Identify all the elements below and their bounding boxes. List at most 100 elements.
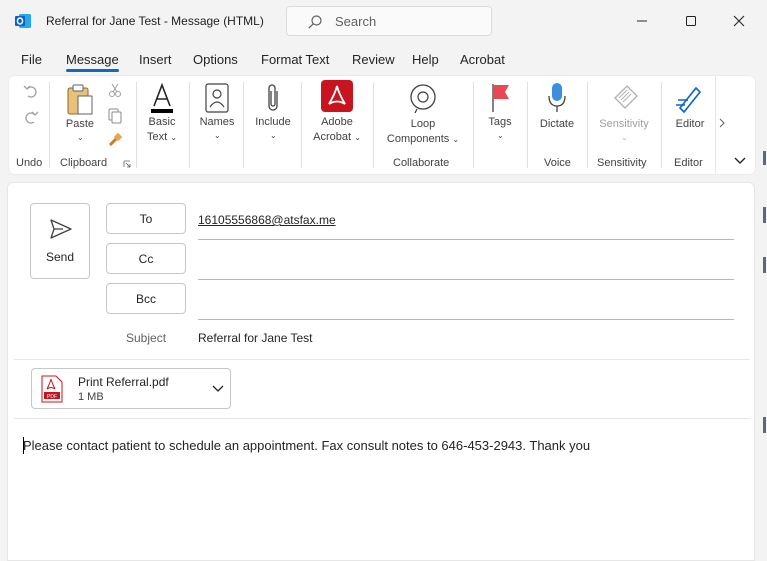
bcc-button[interactable]: Bcc xyxy=(106,283,186,314)
attachment-card[interactable]: PDF Print Referral.pdf 1 MB xyxy=(31,368,231,409)
bcc-field-underline xyxy=(198,319,734,320)
paperclip-icon xyxy=(268,84,278,111)
basic-text-label-1: Basic xyxy=(148,116,176,128)
compose-pane: Send To 16105556868@atsfax.me Cc Bcc Sub… xyxy=(7,182,755,561)
chevron-down-icon: ⌄ xyxy=(497,131,504,140)
sensitivity-icon xyxy=(614,85,638,109)
maximize-icon xyxy=(686,16,696,26)
adobe-acrobat-button[interactable]: Adobe Acrobat ⌄ xyxy=(307,80,367,152)
to-recipient[interactable]: 16105556868@atsfax.me xyxy=(198,213,336,227)
ribbon-separator xyxy=(587,82,588,168)
subject-label: Subject xyxy=(126,331,167,345)
minimize-icon xyxy=(637,20,647,22)
search-placeholder: Search xyxy=(335,14,377,29)
dialog-launcher-icon[interactable] xyxy=(123,160,131,168)
tags-label: Tags xyxy=(488,116,512,128)
send-button[interactable]: Send xyxy=(30,203,90,279)
font-color-icon xyxy=(151,82,173,113)
header-divider xyxy=(14,359,750,360)
acrobat-logo-icon xyxy=(321,80,353,112)
microphone-icon xyxy=(548,83,566,112)
attachment-divider xyxy=(14,418,750,419)
chevron-down-icon: ⌄ xyxy=(621,133,628,142)
editor-button[interactable]: Editor xyxy=(667,80,713,152)
cc-input[interactable] xyxy=(198,247,734,277)
tab-options[interactable]: Options xyxy=(193,52,238,67)
ribbon-separator xyxy=(301,82,302,168)
ribbon-collapse-chevron-icon[interactable] xyxy=(733,156,747,166)
ribbon-separator xyxy=(243,82,244,168)
edge-marker xyxy=(763,207,766,223)
cc-field-underline xyxy=(198,279,734,280)
adobe-label-2: Acrobat ⌄ xyxy=(307,131,367,143)
search-box[interactable]: Search xyxy=(286,6,492,36)
address-book-icon xyxy=(205,83,229,113)
subject-input[interactable]: Referral for Jane Test xyxy=(198,331,313,345)
dictate-button[interactable]: Dictate xyxy=(533,80,581,152)
tags-button[interactable]: Tags ⌄ xyxy=(479,80,521,152)
chevron-down-icon: ⌄ xyxy=(354,133,361,142)
cut-icon[interactable] xyxy=(107,82,123,98)
paste-label: Paste xyxy=(65,118,95,130)
pdf-badge: PDF xyxy=(47,394,57,400)
names-button[interactable]: Names ⌄ xyxy=(195,80,239,152)
loop-components-button[interactable]: Loop Components ⌄ xyxy=(379,80,467,152)
window-title: Referral for Jane Test - Message (HTML) xyxy=(46,14,264,28)
basic-text-label-2: Text ⌄ xyxy=(141,131,183,143)
ribbon-separator xyxy=(373,82,374,168)
basic-text-button[interactable]: Basic Text ⌄ xyxy=(141,80,183,152)
format-painter-icon[interactable] xyxy=(107,132,123,148)
sensitivity-label: Sensitivity xyxy=(599,118,649,130)
edge-marker xyxy=(763,151,766,165)
close-icon xyxy=(733,15,745,27)
ribbon-separator xyxy=(473,82,474,168)
include-button[interactable]: Include ⌄ xyxy=(249,80,297,152)
tab-help[interactable]: Help xyxy=(412,52,439,67)
ribbon-separator xyxy=(189,82,190,168)
tab-insert[interactable]: Insert xyxy=(139,52,172,67)
tab-acrobat[interactable]: Acrobat xyxy=(460,52,505,67)
maximize-button[interactable] xyxy=(679,10,703,32)
tab-review[interactable]: Review xyxy=(352,52,395,67)
loop-label-2-text: Components xyxy=(386,133,450,145)
chevron-down-icon: ⌄ xyxy=(214,131,221,140)
names-label: Names xyxy=(199,116,235,128)
group-editor-label: Editor xyxy=(674,157,703,169)
ribbon-separator xyxy=(49,82,50,168)
editor-pen-icon xyxy=(676,86,702,114)
chevron-down-icon[interactable] xyxy=(212,385,224,393)
paste-icon xyxy=(67,84,93,115)
basic-text-label-2-text: Text xyxy=(147,131,168,143)
copy-icon[interactable] xyxy=(107,108,123,124)
minimize-button[interactable] xyxy=(630,10,654,32)
ribbon-scroll-right[interactable] xyxy=(715,76,727,174)
chevron-down-icon: ⌄ xyxy=(452,135,460,144)
attachment-size: 1 MB xyxy=(78,391,104,403)
tab-message[interactable]: Message xyxy=(66,52,119,67)
editor-label: Editor xyxy=(675,118,705,130)
tab-format-text[interactable]: Format Text xyxy=(261,52,329,67)
to-field-underline xyxy=(198,239,734,240)
send-icon xyxy=(50,219,72,239)
group-collaborate-label: Collaborate xyxy=(393,157,450,169)
close-button[interactable] xyxy=(727,10,751,32)
undo-icon[interactable] xyxy=(22,82,40,100)
chevron-down-icon: ⌄ xyxy=(270,131,277,140)
send-label: Send xyxy=(45,250,75,264)
chevron-down-icon: ⌄ xyxy=(170,133,177,142)
bcc-input[interactable] xyxy=(198,287,734,317)
to-button[interactable]: To xyxy=(106,203,186,234)
group-voice-label: Voice xyxy=(544,157,571,169)
loop-label-2: Components ⌄ xyxy=(379,133,467,145)
group-sensitivity-label: Sensitivity xyxy=(597,157,647,169)
sensitivity-button[interactable]: Sensitivity ⌄ xyxy=(593,80,655,152)
active-tab-indicator xyxy=(66,69,119,72)
paste-button[interactable]: Paste ⌄ xyxy=(59,82,101,148)
tab-file[interactable]: File xyxy=(21,52,42,67)
attachment-name: Print Referral.pdf xyxy=(78,375,169,389)
redo-icon[interactable] xyxy=(22,108,40,126)
cc-button[interactable]: Cc xyxy=(106,243,186,274)
loop-label-1: Loop xyxy=(410,118,436,130)
chevron-right-icon xyxy=(719,118,725,128)
message-body[interactable]: Please contact patient to schedule an ap… xyxy=(23,438,590,453)
